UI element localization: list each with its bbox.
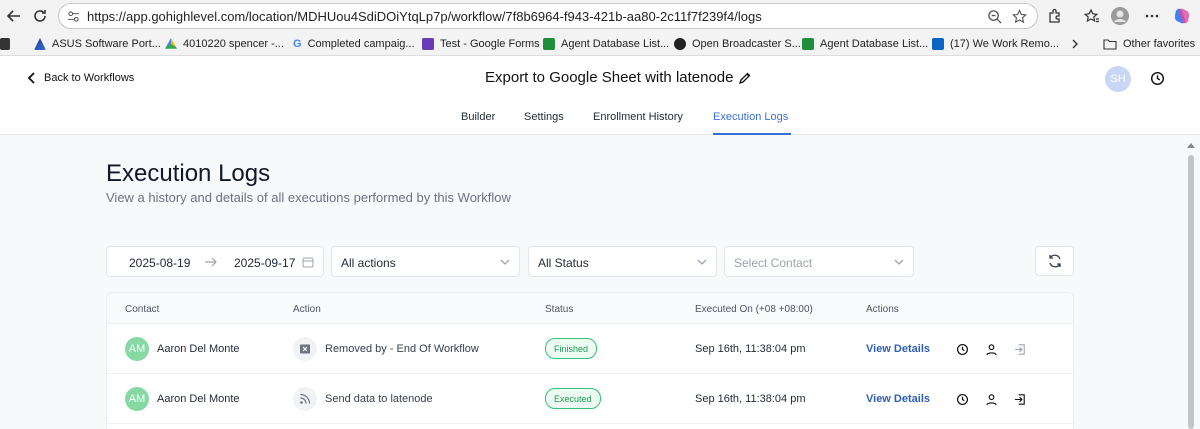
contact-filter-placeholder: Select Contact (734, 256, 813, 270)
google-forms-icon (422, 38, 434, 50)
back-to-workflows-button[interactable]: Back to Workflows (26, 71, 134, 85)
bookmark-campaign[interactable]: G Completed campaig... (293, 36, 415, 52)
column-action: Action (293, 304, 321, 315)
view-details-link[interactable]: View Details (866, 393, 930, 405)
contact-name[interactable]: Aaron Del Monte (157, 343, 240, 355)
tab-builder[interactable]: Builder (461, 111, 495, 123)
google-sheets-icon (543, 38, 555, 50)
edit-pencil-icon[interactable] (738, 71, 752, 85)
page-subtitle: View a history and details of all execut… (106, 190, 511, 205)
execution-logs-table: Contact Action Status Executed On (+08 +… (106, 292, 1074, 429)
asus-icon (34, 38, 46, 50)
calendar-icon[interactable] (302, 256, 314, 268)
go-to-step-icon[interactable] (1014, 343, 1027, 356)
refresh-icon (1048, 254, 1061, 268)
contact-user-icon[interactable] (985, 343, 998, 356)
status-badge: Executed (545, 388, 601, 409)
browser-toolbar: https://app.gohighlevel.com/location/MDH… (0, 0, 1200, 32)
contact-avatar: AM (125, 387, 149, 411)
history-icon[interactable] (1150, 71, 1165, 86)
column-executed-on: Executed On (+08 +08:00) (695, 304, 813, 315)
bookmark-linkedin[interactable]: (17) We Work Remo... (932, 36, 1059, 52)
view-details-link[interactable]: View Details (866, 343, 930, 355)
arrow-right-icon (204, 256, 218, 268)
google-drive-icon (165, 38, 177, 49)
webhook-icon (293, 387, 317, 411)
executed-on: Sep 16th, 11:38:04 pm (695, 343, 806, 355)
contact-name[interactable]: Aaron Del Monte (157, 393, 240, 405)
back-arrow-icon[interactable] (2, 4, 26, 28)
extensions-icon[interactable] (1043, 4, 1067, 28)
obs-icon (674, 38, 686, 50)
profile-avatar-icon[interactable] (1108, 4, 1132, 28)
bookmark-drive[interactable]: 4010220 spencer -... (165, 36, 284, 52)
zoom-icon[interactable] (987, 9, 1002, 24)
status-filter-value: All Status (538, 256, 589, 270)
date-to[interactable]: 2025-09-17 (234, 256, 295, 270)
contact-avatar: AM (125, 337, 149, 361)
folder-icon (1103, 39, 1117, 50)
bookmark-asus[interactable]: ASUS Software Port... (34, 36, 161, 52)
actions-filter-select[interactable]: All actions (331, 246, 520, 277)
chevron-left-icon (27, 72, 35, 84)
column-actions: Actions (866, 304, 899, 315)
bookmark-sheets-1[interactable]: Agent Database List... (543, 36, 669, 52)
status-badge: Finished (545, 338, 598, 359)
go-to-step-icon[interactable] (1014, 393, 1027, 406)
exit-workflow-icon (293, 337, 317, 361)
apps-icon[interactable] (0, 36, 16, 52)
google-icon: G (293, 38, 302, 50)
tab-enrollment-history[interactable]: Enrollment History (593, 111, 683, 123)
other-favorites[interactable]: Other favorites (1103, 36, 1195, 52)
bookmarks-bar: ASUS Software Port... 4010220 spencer -.… (0, 32, 1200, 56)
chevron-down-icon (893, 257, 905, 267)
chevron-down-icon (499, 257, 511, 267)
workflow-header: Back to Workflows Export to Google Sheet… (0, 56, 1200, 102)
more-menu-icon[interactable] (1140, 4, 1164, 28)
google-sheets-icon (802, 38, 814, 50)
favorites-icon[interactable] (1080, 4, 1104, 28)
tab-settings[interactable]: Settings (524, 111, 564, 123)
date-range-picker[interactable]: 2025-08-19 2025-09-17 (106, 246, 324, 277)
url-text[interactable]: https://app.gohighlevel.com/location/MDH… (87, 9, 762, 24)
action-text: Removed by - End Of Workflow (325, 343, 479, 355)
history-icon[interactable] (956, 343, 969, 356)
bookmark-obs[interactable]: Open Broadcaster S... (674, 36, 801, 52)
table-row: AM Aaron Del Monte Removed by - End Of W… (107, 324, 1073, 374)
table-row: AM Aaron Del Monte Send data to latenode… (107, 374, 1073, 424)
bookmark-sheets-2[interactable]: Agent Database List... (802, 36, 928, 52)
bookmark-forms[interactable]: Test - Google Forms (422, 36, 540, 52)
bookmarks-overflow-icon[interactable] (1070, 36, 1080, 52)
favorite-star-icon[interactable] (1012, 9, 1027, 24)
column-status: Status (545, 304, 574, 315)
contact-filter-select[interactable]: Select Contact (724, 246, 914, 277)
active-tab-indicator (713, 133, 791, 135)
contact-user-icon[interactable] (985, 393, 998, 406)
chevron-down-icon (696, 257, 708, 267)
page-scrollbar-thumb[interactable] (1188, 155, 1194, 429)
date-from[interactable]: 2025-08-19 (129, 256, 190, 270)
column-contact: Contact (125, 304, 160, 315)
action-text: Send data to latenode (325, 393, 433, 405)
refresh-button[interactable] (1035, 246, 1074, 276)
scroll-up-arrow-icon[interactable] (1186, 141, 1196, 149)
linkedin-icon (932, 38, 944, 50)
tab-execution-logs[interactable]: Execution Logs (713, 111, 788, 123)
table-header: Contact Action Status Executed On (+08 +… (107, 293, 1073, 324)
address-bar[interactable]: https://app.gohighlevel.com/location/MDH… (58, 3, 1038, 29)
history-icon[interactable] (956, 393, 969, 406)
executed-on: Sep 16th, 11:38:04 pm (695, 393, 806, 405)
copilot-icon[interactable] (1170, 4, 1194, 28)
site-info-icon[interactable] (67, 10, 80, 23)
actions-filter-value: All actions (341, 256, 396, 270)
workflow-title: Export to Google Sheet with latenode (485, 69, 734, 86)
workflow-tabs: Builder Settings Enrollment History Exec… (0, 102, 1200, 135)
status-filter-select[interactable]: All Status (528, 246, 717, 277)
reload-icon[interactable] (28, 4, 52, 28)
page-title: Execution Logs (106, 160, 271, 187)
user-avatar[interactable]: SH (1105, 66, 1131, 92)
